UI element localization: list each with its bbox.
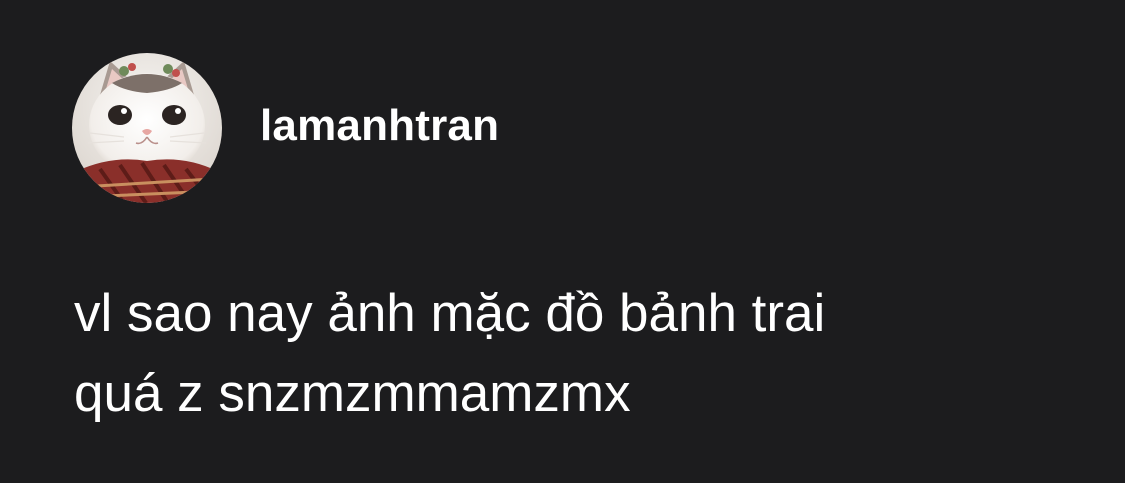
comment-line-2: quá z snzmzmmamzmx <box>74 364 631 423</box>
username-label[interactable]: lamanhtran <box>260 104 499 148</box>
comment-post: lamanhtran vl sao nay ảnh mặc đồ bảnh tr… <box>0 0 1125 483</box>
cat-avatar-icon[interactable] <box>72 53 222 203</box>
comment-text: vl sao nay ảnh mặc đồ bảnh trai quá z sn… <box>74 274 1074 434</box>
comment-line-1: vl sao nay ảnh mặc đồ bảnh trai <box>74 284 826 343</box>
comment-header: lamanhtran <box>72 52 499 204</box>
